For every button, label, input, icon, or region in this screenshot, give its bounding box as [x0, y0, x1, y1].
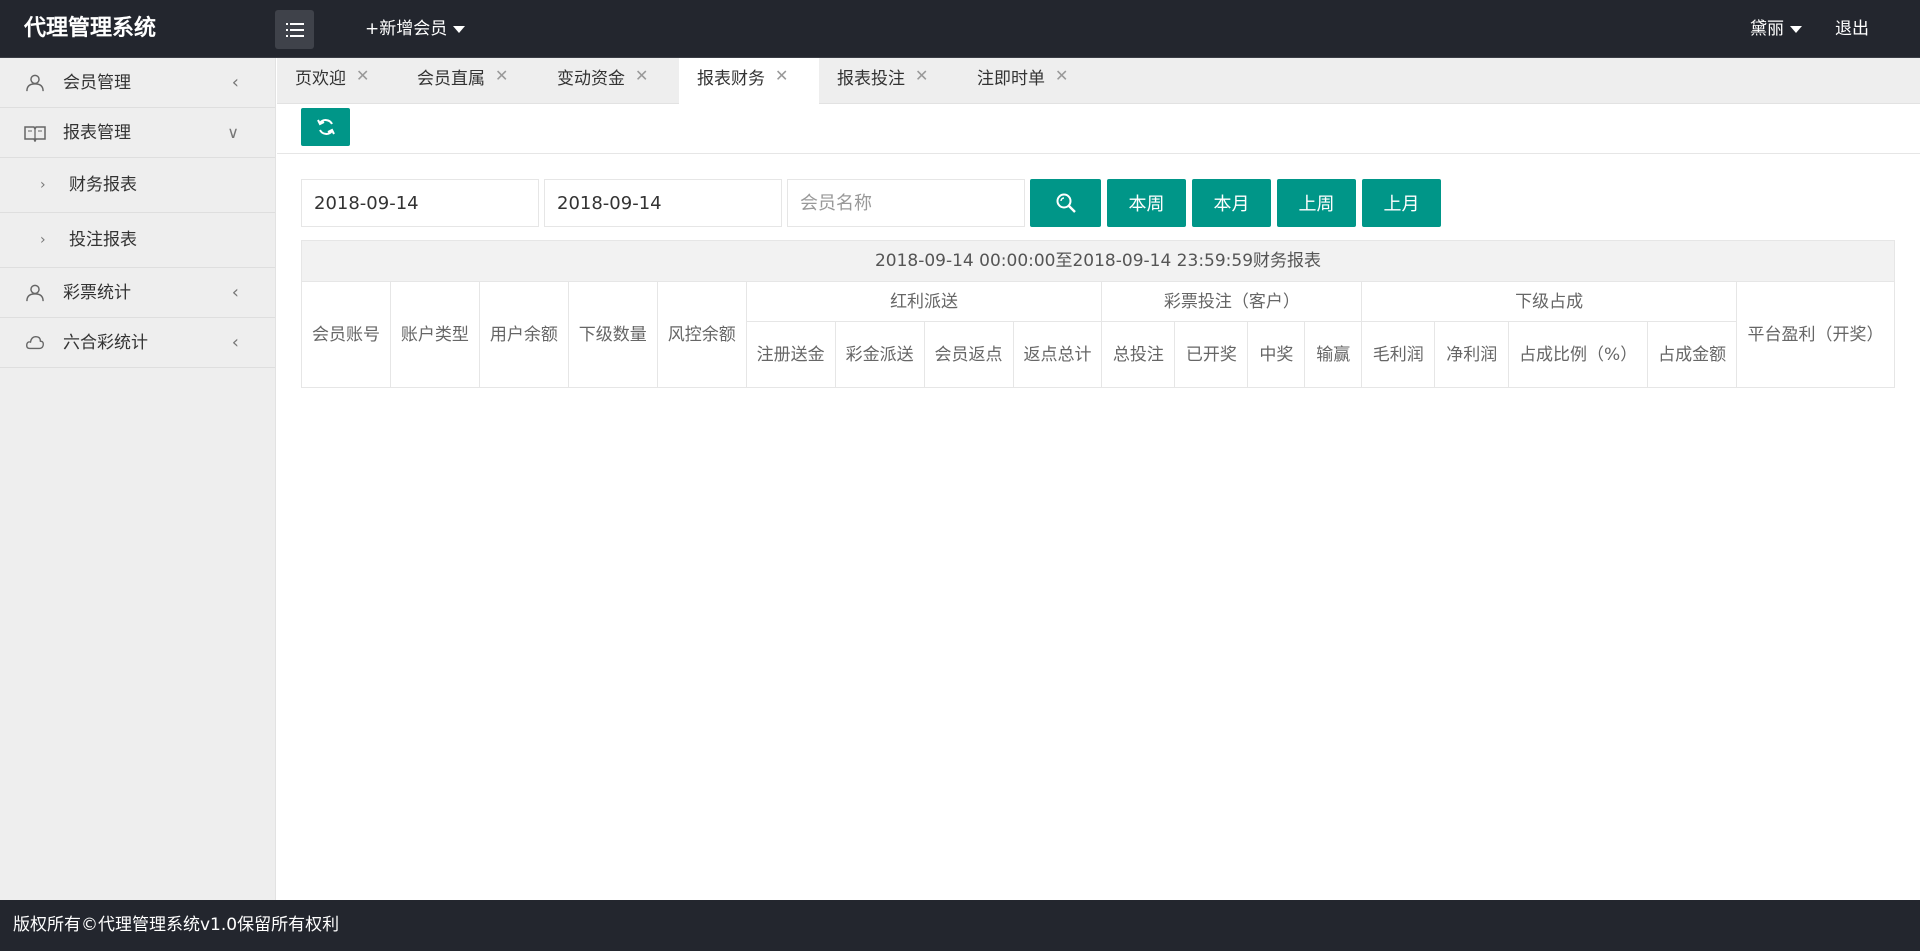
- sidebar-item-label: 会员管理: [63, 73, 131, 93]
- col-prize-bonus: 彩金派送: [834, 321, 925, 388]
- close-icon[interactable]: ✕: [1055, 66, 1068, 85]
- tab-welcome[interactable]: 页欢迎 ✕: [295, 58, 369, 104]
- col-member-account: 会员账号: [301, 281, 391, 388]
- tab-label: 注即时单: [977, 69, 1045, 89]
- tab-label: 变动资金: [557, 69, 625, 89]
- sidebar-subitem-label: 财务报表: [69, 175, 137, 195]
- user-menu[interactable]: 黛丽: [1750, 0, 1802, 58]
- group-lottery: 彩票投注（客户）: [1101, 281, 1363, 322]
- sidebar: 会员管理 ‹ 报表管理 ∨ › 财务报表 › 投注报表 彩票统计 ‹ 六合彩统计…: [0, 58, 276, 900]
- app-logo: 代理管理系统: [24, 16, 157, 41]
- add-member-menu[interactable]: +新增会员: [365, 0, 466, 58]
- close-icon[interactable]: ✕: [356, 66, 369, 85]
- group-bonus: 红利派送: [745, 281, 1103, 322]
- start-date-input[interactable]: [301, 179, 539, 227]
- col-net-profit: 净利润: [1434, 321, 1510, 388]
- chevron-left-icon: ‹: [231, 282, 239, 303]
- list-icon: [285, 22, 304, 37]
- chevron-right-icon: ›: [40, 177, 46, 193]
- chevron-left-icon: ‹: [231, 72, 239, 93]
- search-button[interactable]: [1030, 179, 1101, 227]
- user-name: 黛丽: [1750, 19, 1784, 39]
- this-month-button[interactable]: 本月: [1192, 179, 1271, 227]
- tab-finance-report[interactable]: 报表财务 ✕: [679, 58, 819, 104]
- tab-label: 报表财务: [697, 69, 765, 89]
- col-total-bet: 总投注: [1101, 321, 1176, 388]
- col-share-ratio: 占成比例（%）: [1508, 321, 1649, 388]
- col-drawn: 已开奖: [1174, 321, 1249, 388]
- tab-direct-members[interactable]: 会员直属 ✕: [417, 58, 508, 104]
- sidebar-item-report-management[interactable]: 报表管理 ∨: [0, 108, 275, 158]
- last-month-button[interactable]: 上月: [1362, 179, 1441, 227]
- user-icon: [26, 284, 44, 302]
- sidebar-item-marksix-stats[interactable]: 六合彩统计 ‹: [0, 318, 275, 368]
- logout-link[interactable]: 退出: [1835, 0, 1869, 58]
- tab-label: 会员直属: [417, 69, 485, 89]
- col-share-amount: 占成金额: [1647, 321, 1738, 388]
- sidebar-subitem-label: 投注报表: [69, 230, 137, 250]
- refresh-toolbar: [277, 104, 1920, 154]
- col-win-loss: 输赢: [1304, 321, 1363, 388]
- tab-bet-report[interactable]: 报表投注 ✕: [837, 58, 928, 104]
- finance-report-table: 2018-09-14 00:00:00至2018-09-14 23:59:59财…: [301, 240, 1895, 388]
- sidebar-subitem-bet-report[interactable]: › 投注报表: [0, 213, 275, 268]
- close-icon[interactable]: ✕: [635, 66, 648, 85]
- menu-toggle-button[interactable]: [275, 10, 314, 49]
- copyright-text: 版权所有©代理管理系统v1.0保留所有权利: [13, 915, 340, 935]
- sidebar-item-member-management[interactable]: 会员管理 ‹: [0, 58, 275, 108]
- chevron-right-icon: ›: [40, 232, 46, 248]
- user-icon: [26, 74, 44, 92]
- group-share: 下级占成: [1361, 281, 1738, 322]
- top-header: 代理管理系统 +新增会员 黛丽 退出: [0, 0, 1920, 58]
- col-win: 中奖: [1247, 321, 1306, 388]
- col-user-balance: 用户余额: [478, 281, 569, 388]
- col-account-type: 账户类型: [389, 281, 480, 388]
- chevron-down-icon: ∨: [227, 123, 239, 142]
- chevron-left-icon: ‹: [231, 332, 239, 353]
- search-icon: [1056, 193, 1076, 213]
- col-risk-balance: 风控余额: [656, 281, 747, 388]
- col-register-bonus: 注册送金: [745, 321, 836, 388]
- col-gross-profit: 毛利润: [1361, 321, 1436, 388]
- sidebar-item-label: 彩票统计: [63, 283, 131, 303]
- refresh-icon: [316, 119, 335, 135]
- sidebar-item-label: 报表管理: [63, 123, 131, 143]
- sidebar-item-lottery-stats[interactable]: 彩票统计 ‹: [0, 268, 275, 318]
- this-week-button[interactable]: 本周: [1107, 179, 1186, 227]
- tab-label: 页欢迎: [295, 69, 346, 89]
- add-member-label: +新增会员: [365, 19, 448, 39]
- col-member-rebate: 会员返点: [923, 321, 1014, 388]
- caret-down-icon: [453, 25, 466, 33]
- close-icon[interactable]: ✕: [915, 66, 928, 85]
- sidebar-item-label: 六合彩统计: [63, 333, 148, 353]
- col-platform-profit: 平台盈利（开奖）: [1736, 281, 1895, 388]
- tab-bar: 页欢迎 ✕ 会员直属 ✕ 变动资金 ✕ 报表财务 ✕ 报表投注 ✕ 注即时单 ✕: [277, 58, 1920, 104]
- end-date-input[interactable]: [544, 179, 782, 227]
- last-week-button[interactable]: 上周: [1277, 179, 1356, 227]
- close-icon[interactable]: ✕: [495, 66, 508, 85]
- close-icon[interactable]: ✕: [775, 66, 788, 85]
- cloud-icon: [26, 336, 44, 350]
- tab-label: 报表投注: [837, 69, 905, 89]
- member-name-input[interactable]: [787, 179, 1025, 227]
- book-icon: [24, 126, 46, 142]
- table-caption: 2018-09-14 00:00:00至2018-09-14 23:59:59财…: [301, 240, 1895, 282]
- footer: 版权所有©代理管理系统v1.0保留所有权利: [0, 900, 1920, 951]
- col-sub-count: 下级数量: [567, 281, 658, 388]
- caret-down-icon: [1790, 25, 1802, 33]
- tab-live-bets[interactable]: 注即时单 ✕: [977, 58, 1068, 104]
- col-rebate-total: 返点总计: [1012, 321, 1103, 388]
- refresh-button[interactable]: [301, 108, 350, 146]
- sidebar-subitem-finance-report[interactable]: › 财务报表: [0, 158, 275, 213]
- tab-fund-changes[interactable]: 变动资金 ✕: [557, 58, 648, 104]
